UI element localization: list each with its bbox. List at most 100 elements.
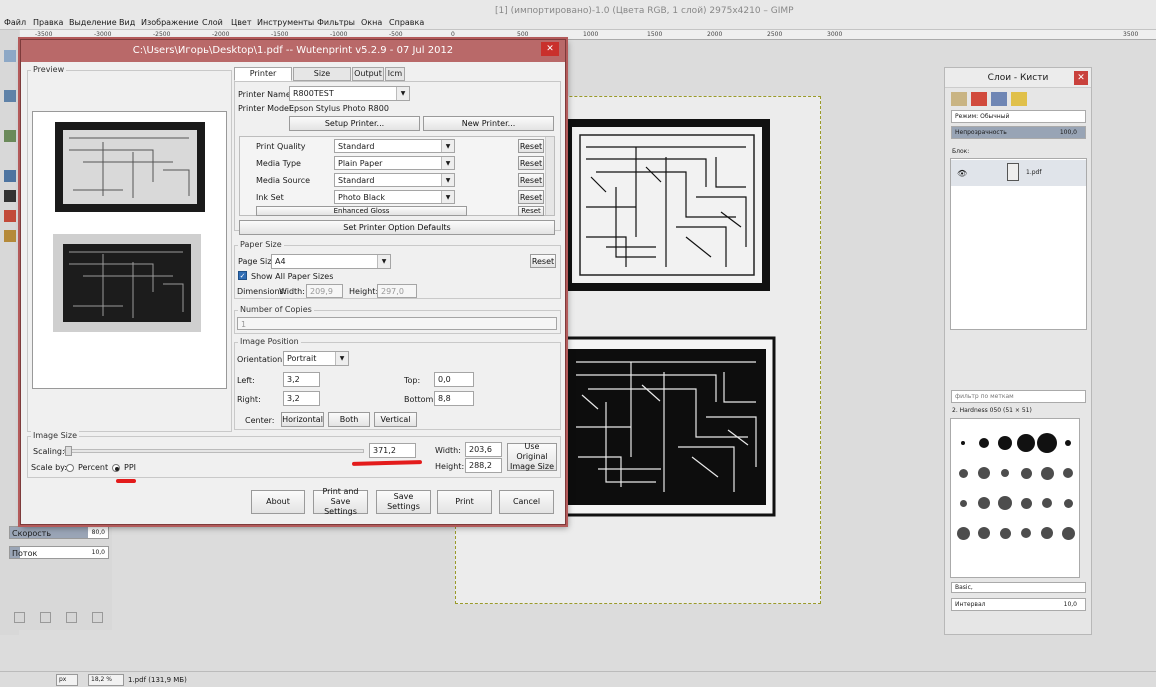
- layers-panel-close-icon[interactable]: ✕: [1074, 71, 1088, 85]
- brush-preview[interactable]: [1065, 440, 1071, 446]
- paper-height-field[interactable]: 297,0: [377, 284, 417, 298]
- orientation-select[interactable]: Portrait ▼: [283, 351, 349, 366]
- cancel-button[interactable]: Cancel: [499, 490, 554, 514]
- layers-list[interactable]: 👁 1.pdf: [950, 158, 1087, 330]
- brush-filter-input[interactable]: фильтр по меткам: [951, 390, 1086, 403]
- unit-select[interactable]: px: [56, 674, 78, 686]
- media-source-select[interactable]: Standard ▼: [334, 173, 455, 187]
- print-button[interactable]: Print: [437, 490, 492, 514]
- new-printer-button[interactable]: New Printer...: [423, 116, 554, 131]
- spacing-slider[interactable]: Интервал 10,0: [951, 598, 1086, 611]
- brush-preview[interactable]: [1063, 498, 1073, 508]
- brush-preview[interactable]: [978, 497, 990, 509]
- menu-windows[interactable]: Окна: [361, 18, 382, 27]
- center-both-button[interactable]: Both: [328, 412, 370, 427]
- brush-preview[interactable]: [998, 436, 1012, 450]
- ink-set-select[interactable]: Photo Black ▼: [334, 190, 455, 204]
- about-button[interactable]: About: [251, 490, 305, 514]
- save-options-icon[interactable]: [14, 612, 25, 623]
- bottom-margin-field[interactable]: 8,8: [434, 391, 474, 406]
- brush-preview[interactable]: [1001, 469, 1009, 477]
- enhanced-gloss-button[interactable]: Enhanced Gloss: [256, 206, 467, 216]
- eraser-tool-icon[interactable]: [4, 210, 16, 222]
- brush-preview[interactable]: [999, 527, 1011, 539]
- brush-preview[interactable]: [1020, 467, 1032, 479]
- brush-preview[interactable]: [1063, 468, 1073, 478]
- undo-tab-icon[interactable]: [1011, 92, 1027, 106]
- percent-radio[interactable]: [66, 464, 74, 472]
- print-and-save-button[interactable]: Print and Save Settings: [313, 487, 368, 516]
- menu-view[interactable]: Вид: [119, 18, 135, 27]
- brush-preview[interactable]: [1037, 433, 1057, 453]
- brush-preview[interactable]: [1017, 434, 1035, 452]
- brush-preview[interactable]: [961, 441, 965, 445]
- layer-mode-select[interactable]: Режим: Обычный: [951, 110, 1086, 123]
- transform-tool-icon[interactable]: [4, 170, 16, 182]
- brush-preview[interactable]: [979, 438, 989, 448]
- menu-colors[interactable]: Цвет: [231, 18, 252, 27]
- fuzzy-select-tool-icon[interactable]: [4, 90, 16, 102]
- brush-preview[interactable]: [1042, 498, 1052, 508]
- page-size-select[interactable]: A4 ▼: [271, 254, 391, 269]
- copies-spinbox[interactable]: 1: [237, 317, 557, 330]
- image-height-field[interactable]: 288,2: [465, 458, 502, 473]
- layer-row[interactable]: 👁 1.pdf: [951, 160, 1086, 186]
- menu-edit[interactable]: Правка: [33, 18, 63, 27]
- ppi-radio[interactable]: [112, 464, 120, 472]
- media-source-reset-button[interactable]: Reset: [518, 173, 544, 187]
- save-settings-button[interactable]: Save Settings: [376, 490, 431, 514]
- use-original-size-button[interactable]: Use Original Image Size: [507, 442, 557, 471]
- brush-preview[interactable]: [958, 468, 968, 478]
- brush-preview[interactable]: [1061, 526, 1075, 540]
- rect-select-tool-icon[interactable]: [4, 50, 16, 62]
- menu-tools[interactable]: Инструменты: [257, 18, 314, 27]
- media-type-reset-button[interactable]: Reset: [518, 156, 544, 170]
- layers-tab-icon[interactable]: [951, 92, 967, 106]
- options-scrollbar[interactable]: [545, 137, 554, 215]
- printer-name-select[interactable]: R800TEST ▼: [289, 86, 410, 101]
- zoom-select[interactable]: 18,2 %: [88, 674, 124, 686]
- brush-preview[interactable]: [978, 467, 990, 479]
- channels-tab-icon[interactable]: [971, 92, 987, 106]
- brush-preview[interactable]: [978, 527, 990, 539]
- reset-options-icon[interactable]: [92, 612, 103, 623]
- setup-printer-button[interactable]: Setup Printer...: [289, 116, 420, 131]
- dialog-close-icon[interactable]: ✕: [541, 42, 559, 56]
- brush-preview[interactable]: [1020, 497, 1032, 509]
- paper-width-field[interactable]: 209,9: [306, 284, 343, 298]
- print-quality-select[interactable]: Standard ▼: [334, 139, 455, 153]
- right-margin-field[interactable]: 3,2: [283, 391, 320, 406]
- menu-filters[interactable]: Фильтры: [317, 18, 355, 27]
- restore-options-icon[interactable]: [40, 612, 51, 623]
- brush-preview[interactable]: [1041, 527, 1053, 539]
- brush-preset-select[interactable]: Basic,: [951, 582, 1086, 593]
- media-type-select[interactable]: Plain Paper ▼: [334, 156, 455, 170]
- scaling-spinbox[interactable]: 371,2: [369, 443, 416, 458]
- tab-printer-settings[interactable]: Printer Settings: [234, 67, 292, 90]
- show-all-paper-sizes-checkbox[interactable]: ✓: [238, 271, 247, 280]
- layer-visibility-icon[interactable]: 👁: [957, 169, 967, 178]
- print-quality-reset-button[interactable]: Reset: [518, 139, 544, 153]
- paint-tool-icon[interactable]: [4, 230, 16, 242]
- menu-file[interactable]: Файл: [4, 18, 26, 27]
- tab-size-units[interactable]: Size Units:mm: [293, 67, 351, 90]
- brush-preview[interactable]: [1040, 466, 1054, 480]
- ink-set-reset-button[interactable]: Reset: [518, 190, 544, 204]
- tab-lcm[interactable]: lcm: [385, 67, 405, 81]
- brush-preview[interactable]: [1021, 528, 1031, 538]
- paper-size-reset-button[interactable]: Reset: [530, 254, 556, 268]
- menu-layer[interactable]: Слой: [202, 18, 223, 27]
- scaling-slider[interactable]: [64, 446, 364, 456]
- preview-page[interactable]: [32, 111, 227, 389]
- brush-preview[interactable]: [998, 496, 1012, 510]
- text-tool-icon[interactable]: [4, 190, 16, 202]
- speed-slider[interactable]: Скорость 80,0: [9, 526, 109, 539]
- crop-tool-icon[interactable]: [4, 130, 16, 142]
- center-vertical-button[interactable]: Vertical: [374, 412, 417, 427]
- top-margin-field[interactable]: 0,0: [434, 372, 474, 387]
- tab-output[interactable]: Output: [352, 67, 384, 81]
- scaling-slider-handle[interactable]: [65, 446, 72, 456]
- enhanced-gloss-reset-button[interactable]: Reset: [518, 206, 544, 216]
- center-horizontal-button[interactable]: Horizontal: [281, 412, 324, 427]
- menu-help[interactable]: Справка: [389, 18, 424, 27]
